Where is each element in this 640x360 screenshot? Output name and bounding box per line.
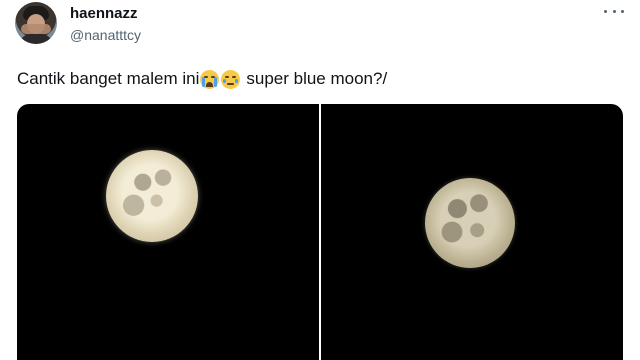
tweet-text: Cantik banget malem ini super blue moon?… — [17, 68, 387, 90]
author-display-name[interactable]: haennazz — [70, 5, 138, 23]
moon-photo-right[interactable] — [321, 104, 623, 360]
avatar-shirt — [19, 34, 53, 44]
more-icon-dot — [612, 9, 616, 13]
avatar[interactable] — [15, 2, 57, 44]
more-icon-dot — [604, 9, 607, 13]
author-handle[interactable]: @nanatttcy — [70, 26, 141, 44]
more-icon-dot — [621, 9, 624, 13]
face-holding-back-tears-icon — [221, 69, 241, 89]
loudly-crying-face-icon — [200, 69, 220, 89]
tweet-media — [17, 104, 623, 360]
moon-photo-left[interactable] — [17, 104, 319, 360]
full-moon-image — [425, 178, 515, 268]
tweet-text-part2: super blue moon?/ — [246, 69, 388, 88]
tweet-text-part1: Cantik banget malem ini — [17, 69, 200, 88]
avatar-hands — [21, 24, 51, 34]
full-moon-image — [106, 150, 198, 242]
more-icon[interactable] — [604, 4, 624, 18]
